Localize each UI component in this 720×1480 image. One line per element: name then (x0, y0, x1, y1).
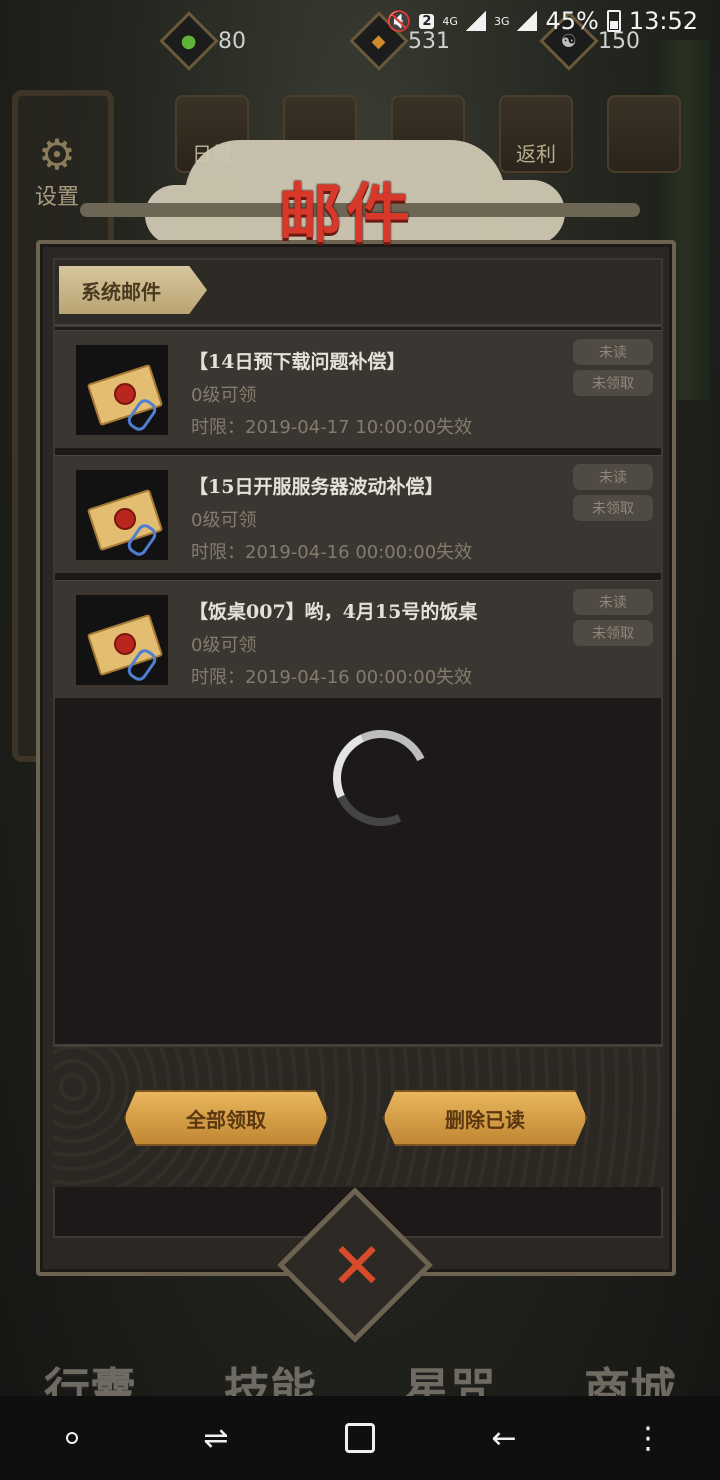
mail-level: 0级可领 (191, 635, 257, 656)
mute-icon: 🔇 (386, 9, 412, 33)
mail-expiry: 时限：2019-04-16 00:00:00失效 (191, 667, 473, 688)
mail-modal: 系统邮件 【14日预下载问题补偿】 0级可领 时限：2019-04-17 10:… (36, 240, 676, 1276)
gear-icon: ⚙ (38, 130, 76, 179)
status-badge-unclaimed: 未领取 (573, 495, 653, 521)
recent-apps-button[interactable]: ⇌ (191, 1413, 241, 1463)
back-arrow-icon: ← (491, 1420, 517, 1456)
mail-item[interactable]: 【14日预下载问题补偿】 0级可领 时限：2019-04-17 10:00:00… (55, 330, 661, 448)
status-badge-unread: 未读 (573, 339, 653, 365)
mail-level: 0级可领 (191, 510, 257, 531)
mail-expiry: 时限：2019-04-16 00:00:00失效 (191, 542, 473, 563)
android-nav-bar: ⇌ ← ⋮ (0, 1396, 720, 1480)
settings-button[interactable]: ⚙ 设置 (22, 130, 92, 210)
claim-all-button[interactable]: 全部领取 (124, 1090, 328, 1146)
envelope-icon (73, 342, 171, 438)
mail-item[interactable]: 【15日开服服务器波动补偿】 0级可领 时限：2019-04-16 00:00:… (55, 455, 661, 573)
status-badge-unclaimed: 未领取 (573, 620, 653, 646)
home-button[interactable] (335, 1413, 385, 1463)
status-badge-unclaimed: 未领取 (573, 370, 653, 396)
envelope-icon (73, 467, 171, 563)
modal-title: 邮件 (278, 177, 414, 252)
signal-icon (517, 11, 538, 31)
mail-expiry: 时限：2019-04-17 10:00:00失效 (191, 417, 473, 438)
status-badge-unread: 未读 (573, 589, 653, 615)
assistant-button[interactable] (47, 1413, 97, 1463)
dot-icon (66, 1432, 78, 1444)
network-type-1: 4G (442, 14, 458, 28)
back-button[interactable]: ← (479, 1413, 529, 1463)
delete-read-button[interactable]: 删除已读 (383, 1090, 587, 1146)
recents-icon: ⇌ (203, 1420, 229, 1456)
mail-list: 【14日预下载问题补偿】 0级可领 时限：2019-04-17 10:00:00… (55, 330, 661, 705)
home-icon (345, 1423, 375, 1453)
close-x-icon[interactable]: ✕ (322, 1232, 392, 1302)
nav-rebate[interactable]: 返利 (499, 95, 573, 173)
nav-label: 返利 (516, 142, 556, 166)
settings-label: 设置 (34, 185, 79, 210)
battery-percent: 45% (545, 7, 599, 35)
nav-gift[interactable] (607, 95, 681, 173)
mail-level: 0级可领 (191, 385, 257, 406)
tab-system-mail[interactable]: 系统邮件 (59, 266, 207, 314)
signal-icon (465, 11, 486, 31)
battery-icon (606, 10, 621, 32)
mail-title: 【14日预下载问题补偿】 (189, 351, 406, 373)
loading-spinner-icon (319, 716, 443, 840)
status-bar: 🔇 2 4G 3G 45% 13:52 (0, 0, 720, 42)
clock: 13:52 (628, 7, 698, 35)
tab-bar: 系统邮件 (55, 260, 661, 327)
sim-slot-badge: 2 (419, 13, 435, 29)
mail-title: 【15日开服服务器波动补偿】 (189, 476, 444, 498)
network-type-2: 3G (493, 14, 510, 28)
more-button[interactable]: ⋮ (623, 1413, 673, 1463)
more-vertical-icon: ⋮ (633, 1420, 663, 1456)
envelope-icon (73, 592, 171, 688)
mail-title: 【饭桌007】哟，4月15号的饭桌 (189, 601, 478, 623)
mail-item[interactable]: 【饭桌007】哟，4月15号的饭桌 0级可领 时限：2019-04-16 00:… (55, 580, 661, 698)
status-badge-unread: 未读 (573, 464, 653, 490)
